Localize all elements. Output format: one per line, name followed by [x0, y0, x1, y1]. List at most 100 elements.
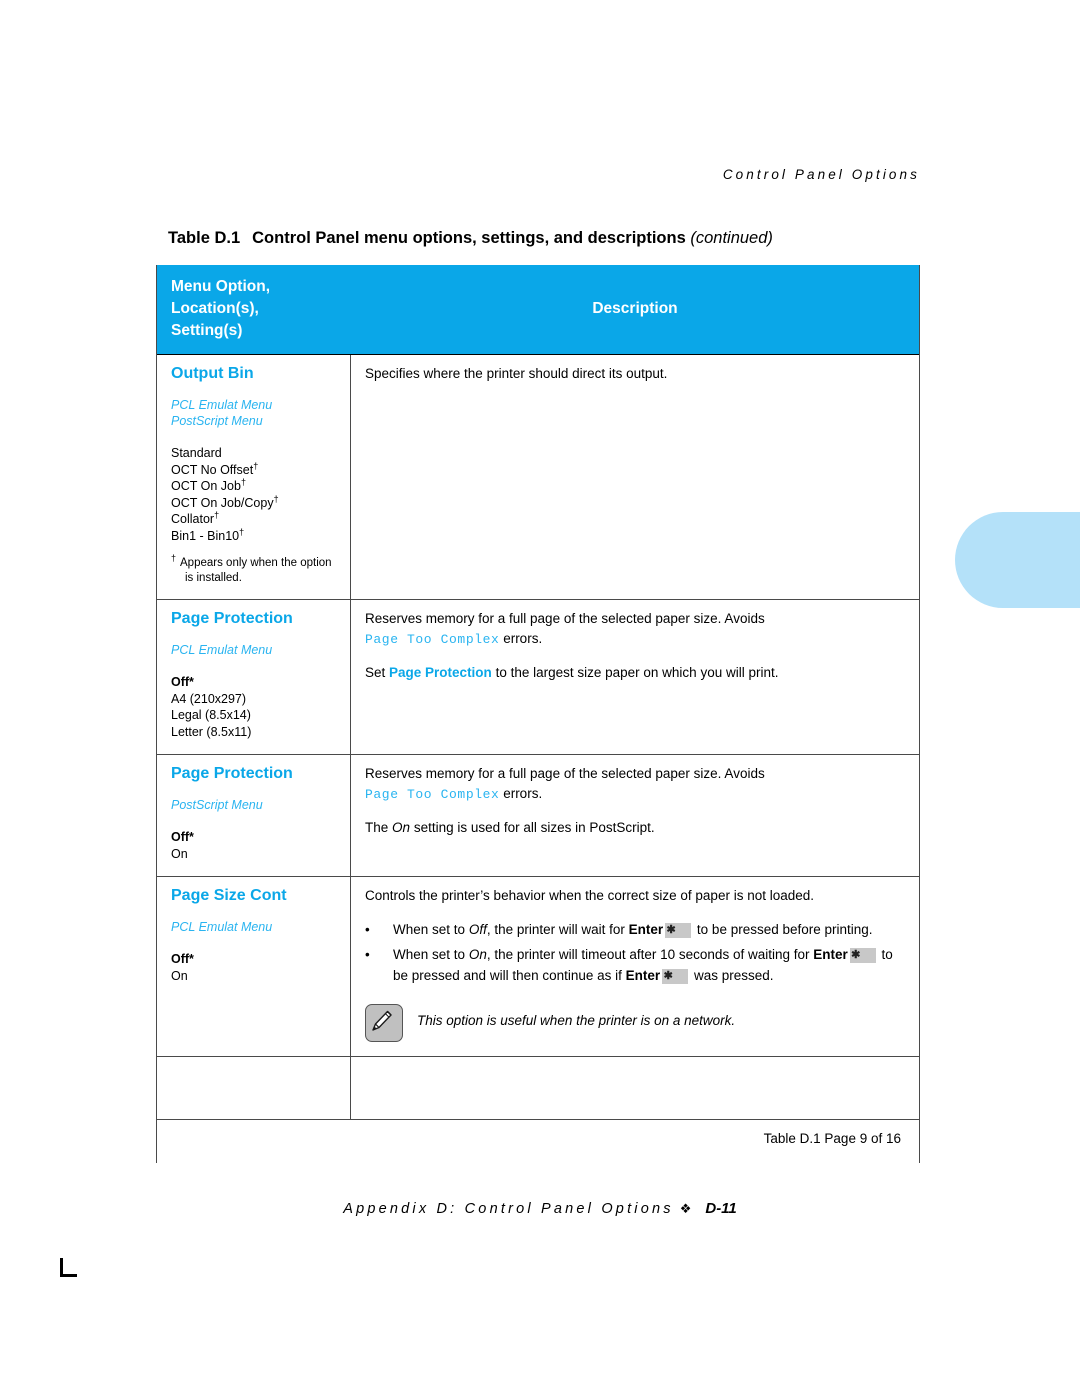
description-cell-output-bin: Specifies where the printer should direc… [351, 355, 919, 599]
setting-item: Standard [171, 446, 222, 460]
document-page: Control Panel Options Table D.1 Control P… [0, 0, 1080, 1397]
dagger-mark: † [253, 460, 259, 471]
setting-item: OCT On Job/Copy† [171, 493, 340, 512]
table-row-page-size-cont: Page Size Cont PCL Emulat Menu Off* On C… [157, 876, 919, 1056]
dagger-mark: † [171, 553, 177, 564]
description-paragraph: Reserves memory for a full page of the s… [365, 764, 905, 805]
option-locations: PCL Emulat Menu [171, 919, 340, 935]
page-footer: Appendix D: Control Panel Options ❖ D-11 [0, 1200, 1080, 1218]
note-callout: This option is useful when the printer i… [365, 1004, 905, 1042]
option-title: Page Protection [171, 610, 293, 627]
table-caption-number: Table D.1 [168, 229, 241, 247]
setting-item: On [171, 846, 188, 861]
header-line-settings: Setting(s) [171, 322, 243, 339]
spacer-cell-option [157, 1057, 351, 1119]
setting-item-default: Off* [171, 830, 194, 844]
setting-item-default: Off* [171, 675, 194, 689]
footnote-text: Appears only when the option is installe… [180, 557, 332, 584]
setting-item: Collator† [171, 510, 340, 528]
desc-text: was pressed. [693, 968, 774, 983]
setting-label: Collator [171, 512, 215, 526]
enter-key-icon: ✱ [849, 948, 876, 963]
location-item: PCL Emulat Menu [171, 920, 273, 934]
description-paragraph: Specifies where the printer should direc… [365, 366, 668, 381]
description-bullet-list: • When set to Off, the printer will wait … [365, 919, 905, 986]
setting-item-default: Off* [171, 952, 194, 966]
location-item: PCL Emulat Menu [171, 398, 273, 412]
option-settings: Off* On [171, 829, 340, 862]
setting-label: OCT On Job/Copy [171, 495, 274, 510]
bullet-marker: • [365, 922, 370, 937]
description-cell-page-size-cont: Controls the printer’s behavior when the… [351, 877, 919, 1056]
header-line-locations: Location(s), [171, 300, 259, 317]
enter-key-icon: ✱ [662, 969, 689, 984]
description-cell-page-protection-pcl: Reserves memory for a full page of the s… [351, 600, 919, 754]
description-paragraph: Controls the printer’s behavior when the… [365, 888, 815, 903]
setting-item: Legal (8.5x14) [171, 708, 251, 722]
setting-item: OCT No Offset† [171, 460, 340, 479]
desc-text: to the largest size paper on which you w… [495, 665, 779, 680]
dagger-mark: † [273, 493, 279, 504]
option-settings: Standard OCT No Offset† OCT On Job† OCT … [171, 445, 340, 544]
error-code-text: Page Too Complex [365, 632, 500, 647]
table-header-row: Menu Option, Location(s), Setting(s) Des… [157, 265, 919, 354]
desc-text: to be pressed before printing. [696, 922, 873, 937]
desc-text: Set [365, 665, 386, 680]
table-caption: Table D.1 Control Panel menu options, set… [168, 229, 773, 248]
setting-label: OCT No Offset [171, 462, 254, 477]
desc-text: When set to [393, 922, 466, 937]
option-title: Page Size Cont [171, 887, 287, 904]
diamond-icon: ❖ [679, 1201, 692, 1216]
desc-text: , the printer will wait for [486, 922, 625, 937]
desc-text: Reserves memory for a full page of the s… [365, 766, 765, 781]
dagger-mark: † [240, 476, 246, 487]
option-footnote: † Appears only when the option is install… [171, 553, 340, 585]
desc-text: , the printer will timeout after 10 seco… [486, 947, 810, 962]
header-description-label: Description [592, 300, 678, 317]
page-number: D-11 [705, 1200, 737, 1217]
desc-text: setting is used for all sizes in PostScr… [413, 820, 655, 835]
bullet-item-off: • When set to Off, the printer will wait … [365, 919, 905, 940]
option-title: Output Bin [171, 365, 254, 382]
description-paragraph: The On setting is used for all sizes in … [365, 818, 905, 838]
option-locations: PCL Emulat Menu [171, 642, 340, 658]
note-text: This option is useful when the printer i… [417, 1013, 736, 1028]
bullet-item-on: • When set to On, the printer will timeou… [365, 944, 905, 986]
table-caption-continued: (continued) [690, 229, 773, 247]
description-paragraph: Set Page Protection to the largest size … [365, 663, 905, 683]
key-label: Enter [628, 922, 664, 937]
crop-mark [60, 1258, 77, 1277]
desc-emphasis: Page Protection [389, 665, 492, 680]
desc-text: errors. [503, 631, 543, 646]
setting-label: Bin1 - Bin10 [171, 528, 240, 543]
table-header-cell-option: Menu Option, Location(s), Setting(s) [157, 265, 351, 354]
option-cell-output-bin: Output Bin PCL Emulat Menu PostScript Me… [157, 355, 351, 599]
table-row-page-protection-postscript: Page Protection PostScript Menu Off* On … [157, 754, 919, 876]
desc-emphasis-italic: Off [468, 922, 487, 937]
option-cell-page-protection-pcl: Page Protection PCL Emulat Menu Off* A4 … [157, 600, 351, 754]
setting-item: A4 (210x297) [171, 691, 247, 706]
table-caption-title: Control Panel menu options, settings, an… [252, 229, 686, 247]
control-panel-options-table: Menu Option, Location(s), Setting(s) Des… [156, 265, 920, 1163]
location-item: PCL Emulat Menu [171, 643, 273, 657]
option-locations: PostScript Menu [171, 797, 340, 813]
key-label: Enter [813, 947, 848, 962]
page-thumb-tab [955, 512, 1080, 608]
desc-text: Reserves memory for a full page of the s… [365, 611, 765, 626]
location-item: PostScript Menu [171, 798, 263, 812]
table-row-spacer [157, 1056, 919, 1119]
page-footer-title: Appendix D: Control Panel Options [343, 1201, 674, 1217]
option-cell-page-size-cont: Page Size Cont PCL Emulat Menu Off* On [157, 877, 351, 1056]
description-paragraph: Reserves memory for a full page of the s… [365, 609, 905, 650]
table-footer-text: Table D.1 Page 9 of 16 [763, 1131, 901, 1146]
key-label: Enter [625, 968, 661, 983]
table-row-output-bin: Output Bin PCL Emulat Menu PostScript Me… [157, 354, 919, 599]
desc-emphasis-italic: On [392, 820, 411, 835]
table-row-page-protection-pcl: Page Protection PCL Emulat Menu Off* A4 … [157, 599, 919, 754]
desc-emphasis-italic: On [468, 947, 487, 962]
setting-item: OCT On Job† [171, 476, 340, 495]
desc-text: errors. [503, 786, 543, 801]
dagger-mark: † [239, 526, 245, 537]
option-cell-page-protection-postscript: Page Protection PostScript Menu Off* On [157, 755, 351, 876]
option-locations: PCL Emulat Menu PostScript Menu [171, 397, 340, 429]
